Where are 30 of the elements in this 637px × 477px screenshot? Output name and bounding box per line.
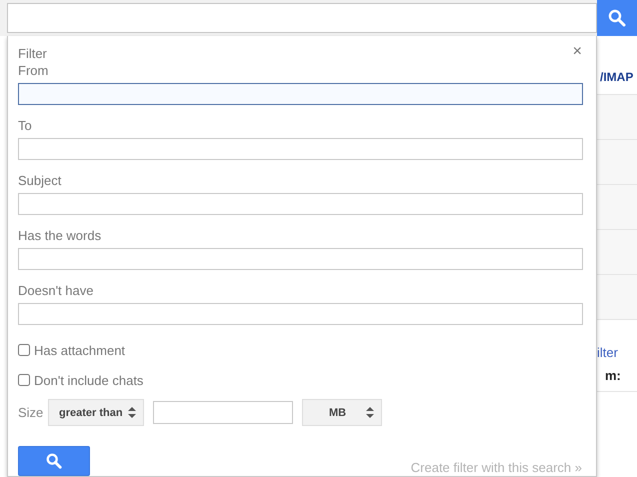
link[interactable]: ilter: [597, 345, 618, 360]
updown-arrows-icon: [366, 407, 374, 418]
input-field[interactable]: [18, 248, 583, 270]
dropdown[interactable]: greater than: [48, 399, 144, 426]
field-label: Has the words: [18, 227, 102, 244]
size-label: Size: [18, 405, 44, 420]
field-label: Subject: [18, 172, 62, 189]
input-field[interactable]: [18, 193, 583, 215]
input-field[interactable]: [18, 83, 583, 105]
dropdown[interactable]: MB: [302, 399, 382, 426]
checkbox-label: Has attachment: [34, 342, 126, 358]
checkbox-label: Don't include chats: [34, 372, 144, 388]
input-field[interactable]: [18, 138, 583, 160]
close-button[interactable]: ×: [568, 44, 582, 60]
search-field[interactable]: [7, 3, 597, 33]
field-label: From: [18, 62, 50, 79]
field-label: Doesn't have: [18, 282, 94, 299]
checkbox[interactable]: [18, 374, 30, 386]
panel-title: Filter: [18, 46, 47, 62]
input-field[interactable]: [18, 303, 583, 325]
search-button[interactable]: [18, 446, 90, 476]
size-field[interactable]: [153, 401, 293, 424]
updown-arrows-icon: [128, 407, 136, 418]
field-label: m:: [605, 368, 621, 383]
field-label: To: [18, 117, 33, 134]
checkbox[interactable]: [18, 344, 30, 356]
search-button[interactable]: [597, 0, 637, 36]
section-heading: /IMAP: [600, 70, 634, 84]
search-icon: [46, 453, 62, 469]
search-icon: [608, 9, 626, 27]
